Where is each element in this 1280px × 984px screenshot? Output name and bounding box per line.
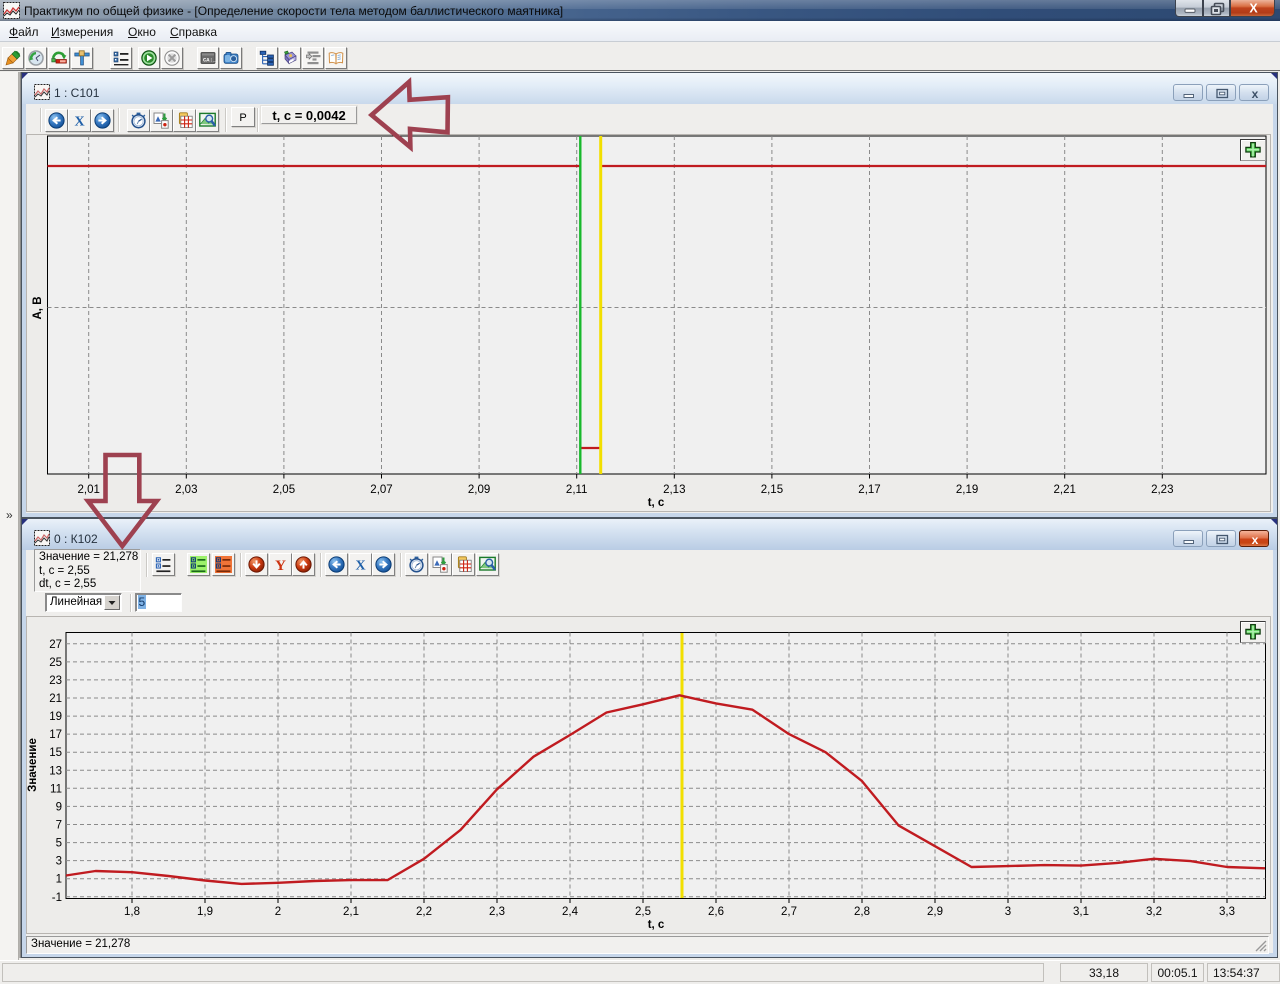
svg-text:x: x (1252, 87, 1259, 101)
svg-text:2,17: 2,17 (858, 484, 880, 496)
svg-text:x: x (1252, 533, 1259, 547)
svg-text:3,3: 3,3 (1219, 906, 1235, 918)
svg-text:X: X (1249, 2, 1258, 16)
svg-text:2,5: 2,5 (635, 906, 651, 918)
svg-text:2,11: 2,11 (566, 484, 588, 496)
svg-text:X: X (74, 115, 84, 130)
svg-text:2,15: 2,15 (761, 484, 783, 496)
svg-text:13: 13 (49, 765, 62, 777)
svg-text:1,8: 1,8 (124, 906, 140, 918)
svg-text:2,19: 2,19 (956, 484, 978, 496)
svg-text:1,9: 1,9 (197, 906, 213, 918)
svg-text:2,7: 2,7 (781, 906, 797, 918)
svg-text:2: 2 (275, 906, 281, 918)
svg-text:2,8: 2,8 (854, 906, 870, 918)
svg-text:5: 5 (56, 838, 62, 850)
svg-text:25: 25 (49, 657, 62, 669)
svg-text:9: 9 (56, 801, 62, 813)
svg-text:2,4: 2,4 (562, 906, 579, 918)
svg-text:t, c: t, c (648, 919, 665, 931)
svg-text:1: 1 (56, 874, 62, 886)
svg-text:Y: Y (275, 558, 286, 573)
svg-text:3: 3 (1005, 906, 1011, 918)
svg-text:А, В: А, В (32, 297, 44, 320)
svg-text:2,01: 2,01 (78, 484, 100, 496)
svg-text:21: 21 (49, 693, 62, 705)
svg-text:3,1: 3,1 (1073, 906, 1089, 918)
svg-text:2,23: 2,23 (1151, 484, 1173, 496)
svg-text:15: 15 (49, 747, 62, 759)
svg-text:-1: -1 (52, 892, 62, 904)
svg-text:2,2: 2,2 (416, 906, 432, 918)
svg-text:2,03: 2,03 (175, 484, 197, 496)
svg-text:2,07: 2,07 (370, 484, 392, 496)
svg-text:2,1: 2,1 (343, 906, 359, 918)
svg-text:CA:_: CA:_ (203, 57, 216, 64)
svg-text:27: 27 (49, 639, 62, 651)
svg-text:17: 17 (49, 729, 62, 741)
svg-text:3: 3 (56, 856, 62, 868)
svg-text:X: X (356, 559, 366, 574)
svg-text:11: 11 (50, 783, 62, 795)
svg-text:2,9: 2,9 (927, 906, 943, 918)
svg-text:7: 7 (56, 820, 62, 832)
svg-text:t, c: t, c (648, 497, 665, 509)
svg-text:3,2: 3,2 (1146, 906, 1162, 918)
svg-text:23: 23 (49, 675, 62, 687)
svg-text:2,13: 2,13 (663, 484, 685, 496)
svg-text:2,21: 2,21 (1054, 484, 1076, 496)
svg-text:2,6: 2,6 (708, 906, 724, 918)
svg-text:19: 19 (49, 711, 62, 723)
svg-text:2,09: 2,09 (468, 484, 490, 496)
svg-text:Значение: Значение (27, 738, 39, 792)
svg-text:2,05: 2,05 (273, 484, 295, 496)
svg-text:2,3: 2,3 (489, 906, 505, 918)
